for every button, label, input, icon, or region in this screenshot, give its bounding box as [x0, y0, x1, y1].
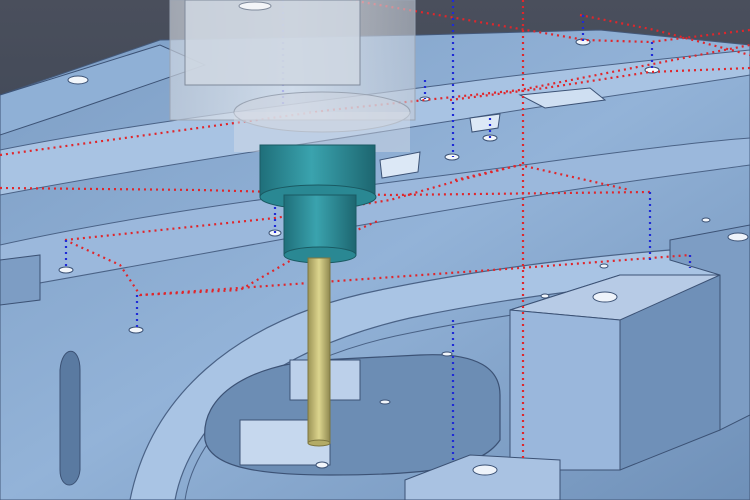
3d-simulation-viewport[interactable] [0, 0, 750, 500]
scene-canvas [0, 0, 750, 500]
fixture-block-front[interactable] [509, 274, 721, 471]
end-mill-cutter [307, 257, 331, 447]
